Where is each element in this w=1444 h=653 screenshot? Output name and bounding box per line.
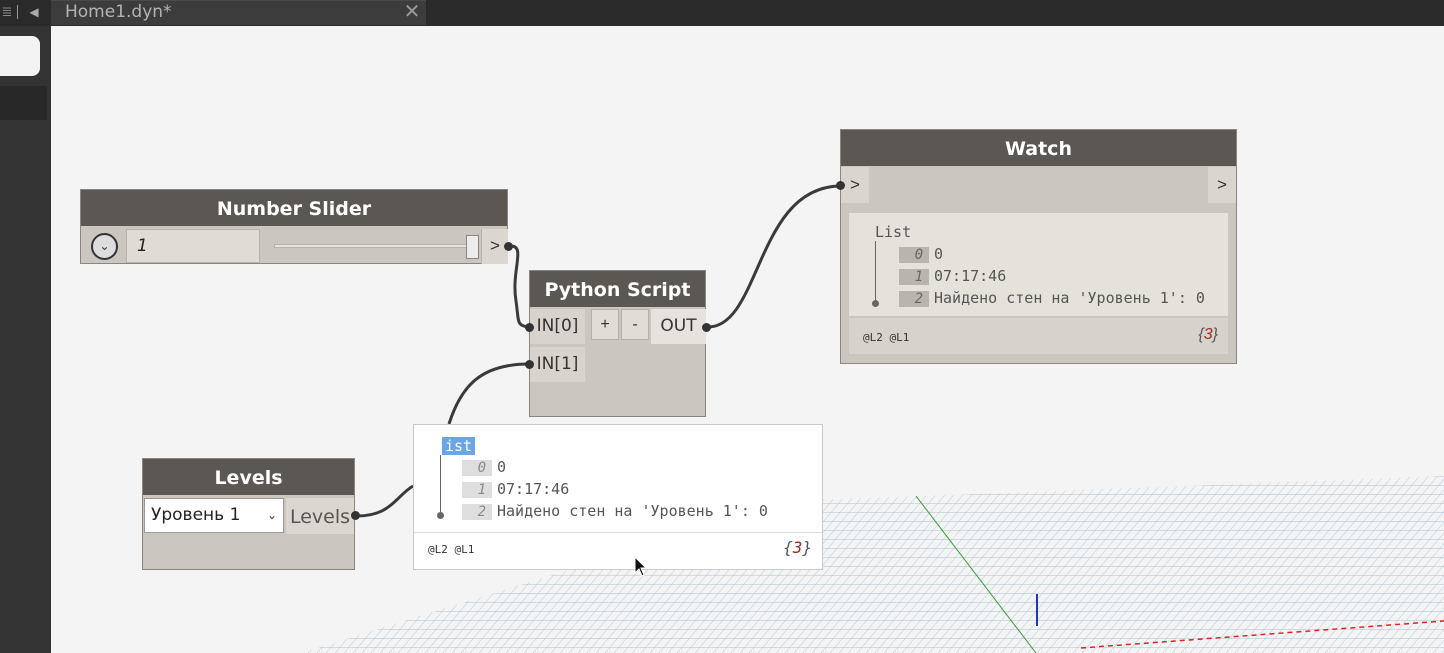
workspace-canvas[interactable]: Number Slider ⌄ 1 > Python Script IN[0] …: [51, 26, 1444, 653]
input-connector-dot[interactable]: [836, 181, 845, 190]
tree-item: 1 07:17:46: [462, 480, 569, 498]
tree-end-dot: [872, 300, 879, 307]
mouse-cursor-icon: [634, 556, 648, 577]
item-count: {3}: [783, 538, 812, 557]
watch-tree-view[interactable]: List 00 1 07:17:46 2 Найдено стен на 'Уров…: [849, 213, 1228, 316]
output-port-out[interactable]: OUT: [651, 309, 706, 344]
node-title: Levels: [143, 459, 354, 495]
menu-icon[interactable]: ≣: [0, 3, 14, 21]
watch-input-port[interactable]: >: [841, 167, 869, 203]
list-levels-label[interactable]: @L2 @L1: [428, 543, 474, 556]
levels-output-port[interactable]: Levels: [286, 498, 354, 534]
tree-item: 00: [899, 245, 943, 263]
output-connector-dot[interactable]: [702, 323, 711, 332]
list-levels-label[interactable]: @L2 @L1: [863, 331, 909, 344]
tree-line: [440, 455, 441, 515]
output-connector-dot[interactable]: [351, 511, 360, 520]
tree-item: 2 Найдено стен на 'Уровень 1': 0: [899, 289, 1205, 307]
toolbar-divider: [17, 5, 18, 19]
library-item[interactable]: [0, 86, 47, 120]
divider: [414, 532, 822, 533]
top-tab-bar: ≣ ◀ Home1.dyn* ✕: [0, 0, 1444, 26]
number-slider-node[interactable]: Number Slider ⌄ 1 >: [80, 189, 513, 264]
watch-output-port[interactable]: >: [1208, 167, 1236, 203]
levels-node[interactable]: Levels Уровень 1 ⌄ Levels: [142, 458, 360, 570]
levels-dropdown[interactable]: Уровень 1 ⌄: [144, 498, 284, 533]
chevron-down-icon: ⌄: [99, 239, 110, 253]
tree-item: 1 07:17:46: [899, 267, 1006, 285]
tab-title: Home1.dyn*: [65, 2, 172, 22]
item-count: {3}: [1198, 326, 1218, 343]
library-search-input[interactable]: [0, 36, 40, 76]
tree-list-label: List: [875, 223, 912, 241]
node-title: Number Slider: [81, 190, 507, 226]
input-port-in1[interactable]: IN[1]: [530, 347, 585, 382]
slider-thumb[interactable]: [466, 235, 479, 259]
slider-expand-button[interactable]: ⌄: [91, 233, 118, 260]
slider-track[interactable]: [274, 244, 475, 248]
tab-close-icon[interactable]: ✕: [402, 1, 422, 23]
tree-end-dot: [437, 512, 444, 519]
output-connector-dot[interactable]: [504, 242, 513, 251]
node-title: Python Script: [530, 271, 705, 307]
dynamo-window: ≣ ◀ Home1.dyn* ✕ Number Slider ⌄ 1 > Pyt…: [0, 0, 1444, 653]
library-panel: [0, 26, 51, 653]
wire-python-to-watch: [707, 184, 842, 329]
tab-home1[interactable]: Home1.dyn* ✕: [51, 0, 426, 25]
node-preview-popup[interactable]: ist 00 1 07:17:46 2 Найдено стен на 'Урове…: [413, 424, 823, 570]
node-title: Watch: [841, 130, 1236, 166]
selected-level: Уровень 1: [151, 505, 241, 525]
python-script-node[interactable]: Python Script IN[0] IN[1] + - OUT: [525, 270, 711, 417]
tree-line: [875, 241, 876, 303]
collapse-library-icon[interactable]: ◀: [24, 3, 44, 21]
watch-footer: @L2 @L1 {3}: [849, 318, 1228, 354]
wire-slider-to-python: [510, 244, 530, 329]
tree-item: 00: [462, 458, 506, 476]
chevron-down-icon: ⌄: [266, 508, 277, 522]
tree-list-label[interactable]: ist: [442, 437, 476, 455]
input-connector-dot[interactable]: [525, 360, 534, 369]
input-connector-dot[interactable]: [525, 323, 534, 332]
input-port-in0[interactable]: IN[0]: [530, 309, 585, 344]
tree-item: 2 Найдено стен на 'Уровень 1': 0: [462, 502, 768, 520]
slider-value-input[interactable]: 1: [126, 229, 260, 263]
remove-input-button[interactable]: -: [621, 309, 649, 340]
watch-node[interactable]: Watch > > List 00 1 07:17:46 2 Найдено сте…: [836, 129, 1237, 364]
add-input-button[interactable]: +: [591, 309, 619, 340]
